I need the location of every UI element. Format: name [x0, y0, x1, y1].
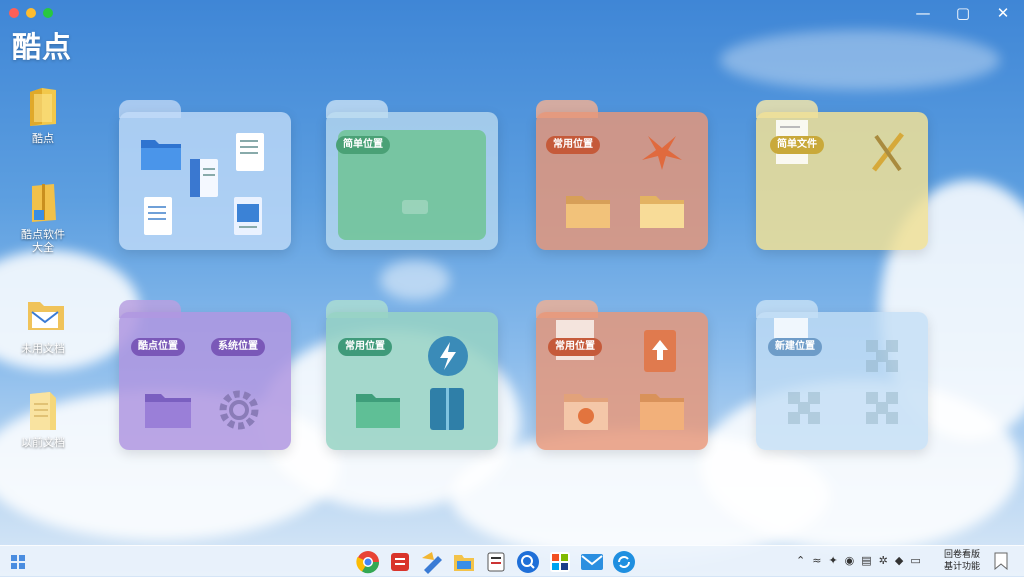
folder-purple-1[interactable]: 酷点位置 系统位置 — [119, 300, 291, 450]
taskbar: ⌃ ≈ ✦ ◉ ▤ ✲ ◆ ▭ 回卷看版 基计功能 — [0, 545, 1024, 577]
folder-icon — [26, 84, 60, 128]
folder-orange-1[interactable]: 常用位置 — [536, 100, 708, 250]
lightning-icon — [426, 334, 470, 382]
document-icon — [143, 196, 173, 240]
folder-label: 常用位置 — [548, 338, 602, 356]
folder-green-1[interactable]: 简单位置 — [326, 100, 498, 250]
folder-orange-2[interactable]: 常用位置 — [536, 300, 708, 450]
folder-label: 常用位置 — [546, 136, 600, 154]
taskbar-dock — [355, 546, 637, 577]
cloud — [720, 30, 1000, 90]
window-controls: — ▢ ✕ — [912, 4, 1014, 22]
folder-zipper-icon — [26, 180, 60, 224]
speaker-icon[interactable]: ◆ — [895, 554, 903, 567]
keyboard-icon[interactable]: ▭ — [910, 554, 920, 567]
desktop-icon-kudian[interactable]: 酷点 — [14, 84, 72, 145]
blue-folder-icon — [139, 134, 183, 176]
notes-icon[interactable] — [483, 549, 509, 575]
folder-label: 简单文件 — [770, 136, 824, 154]
wifi-icon[interactable]: ≈ — [812, 554, 821, 567]
file-explorer-icon[interactable] — [451, 549, 477, 575]
minimize-dot[interactable] — [26, 8, 36, 18]
desktop-icon-old-docs[interactable]: 以前文档 — [14, 388, 72, 449]
chrome-icon[interactable] — [355, 549, 381, 575]
chevron-up-icon[interactable]: ⌃ — [796, 554, 805, 567]
document-folder-icon — [26, 388, 60, 432]
pen-tool-icon[interactable] — [419, 549, 445, 575]
close-dot[interactable] — [9, 8, 19, 18]
desktop-icon-label: 以前文档 — [21, 436, 65, 449]
folder-icon — [638, 388, 686, 436]
upload-icon — [642, 328, 678, 378]
eye-icon[interactable]: ◉ — [845, 554, 855, 567]
zoom-dot[interactable] — [43, 8, 53, 18]
document-icon — [235, 132, 265, 176]
mail-icon[interactable] — [579, 549, 605, 575]
browser-search-icon[interactable] — [515, 549, 541, 575]
grid-icon — [862, 388, 902, 432]
grid-icon — [784, 388, 824, 432]
traffic-lights — [9, 8, 53, 18]
folder-teal-1[interactable]: 常用位置 — [326, 300, 498, 450]
desktop-icon-label: 酷点软件 大全 — [21, 228, 65, 254]
app-title: 酷点 — [12, 30, 73, 64]
folder-label: 常用位置 — [338, 338, 392, 356]
sync-icon[interactable] — [611, 549, 637, 575]
folder-label: 简单位置 — [336, 136, 390, 154]
tools-icon — [868, 130, 908, 178]
folder-lightblue-1[interactable]: 新建位置 — [756, 300, 928, 450]
pin-icon[interactable]: ✦ — [828, 554, 837, 567]
grid-icon — [862, 336, 902, 380]
maximize-button[interactable]: ▢ — [952, 4, 974, 22]
clock-line-2: 基计功能 — [944, 562, 981, 572]
system-tray: ⌃ ≈ ✦ ◉ ▤ ✲ ◆ ▭ — [796, 554, 921, 567]
folder-label: 新建位置 — [768, 338, 822, 356]
folder-docs[interactable] — [119, 100, 291, 250]
desktop-icon-software[interactable]: 酷点软件 大全 — [14, 180, 72, 254]
clock[interactable]: 回卷看版 基计功能 — [944, 549, 980, 573]
settings-folder-icon — [562, 388, 610, 436]
folder-icon — [564, 190, 612, 234]
notification-icon[interactable] — [994, 552, 1008, 574]
placeholder-icon — [402, 200, 428, 214]
book-icon — [428, 386, 466, 436]
news-app-icon[interactable] — [387, 549, 413, 575]
close-button[interactable]: ✕ — [992, 4, 1014, 22]
folder-yellow-1[interactable]: 简单文件 — [756, 100, 928, 250]
folder-icon — [638, 190, 686, 234]
desktop-icon-label: 酷点 — [32, 132, 54, 145]
mail-folder-icon — [26, 294, 64, 338]
folder-icon — [354, 388, 402, 434]
folder-label: 酷点位置 — [131, 338, 185, 356]
cloud — [380, 260, 450, 300]
folder-body — [326, 312, 498, 450]
settings-icon[interactable]: ✲ — [879, 554, 888, 567]
desktop-icon-unused-docs[interactable]: 未用文档 — [14, 294, 72, 355]
folder-icon — [143, 388, 193, 434]
document-icon — [189, 158, 219, 202]
gear-icon — [217, 388, 261, 436]
desktop-icon-label: 未用文档 — [21, 342, 65, 355]
network-icon[interactable]: ▤ — [861, 554, 871, 567]
clock-line-1: 回卷看版 — [944, 550, 981, 560]
puzzle-icon — [638, 130, 686, 176]
windows-start-icon[interactable] — [11, 554, 25, 573]
folder-label-2: 系统位置 — [211, 338, 265, 356]
store-icon[interactable] — [547, 549, 573, 575]
document-icon — [233, 196, 265, 240]
minimize-button[interactable]: — — [912, 4, 934, 22]
